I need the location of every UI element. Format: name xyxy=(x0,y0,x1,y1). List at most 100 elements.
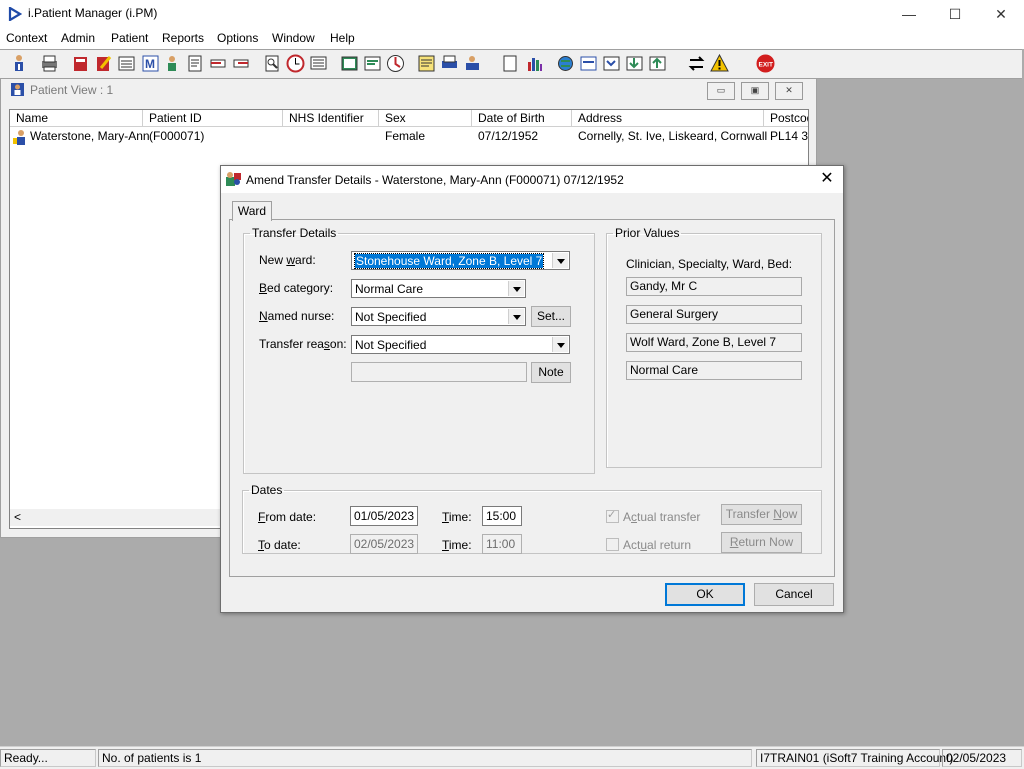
arrow-icon[interactable] xyxy=(208,53,229,74)
col-postcode[interactable]: Postcod xyxy=(764,110,808,127)
note-button[interactable]: Note xyxy=(531,362,571,383)
new-ward-select[interactable]: Stonehouse Ward, Zone B, Level 7 xyxy=(351,251,570,270)
actual-transfer-checkbox[interactable] xyxy=(606,508,619,523)
cell-name: Waterstone, Mary-Ann xyxy=(30,129,150,143)
menu-admin[interactable]: Admin xyxy=(61,31,95,45)
from-date-label: From date: xyxy=(258,510,317,524)
cell-nhs xyxy=(283,128,289,145)
globe2-icon[interactable] xyxy=(555,53,576,74)
scroll-left-icon[interactable]: < xyxy=(14,510,21,524)
book-icon[interactable] xyxy=(70,53,91,74)
menu-bar: Context Admin Patient Reports Options Wi… xyxy=(0,29,1024,49)
chevron-down-icon[interactable] xyxy=(552,253,568,268)
from-date-input[interactable]: 01/05/2023 xyxy=(350,506,418,526)
to-time-label: Time: xyxy=(442,538,472,552)
printer-icon[interactable] xyxy=(439,53,460,74)
patient-icon[interactable] xyxy=(9,53,30,74)
ok-button[interactable]: OK xyxy=(665,583,745,606)
new-ward-label: New ward: xyxy=(259,253,316,267)
actual-return-label: Actual return xyxy=(623,538,692,552)
patient-view-title: Patient View : 1 xyxy=(30,83,114,97)
cancel-button[interactable]: Cancel xyxy=(754,583,834,606)
note-field[interactable] xyxy=(351,362,527,382)
pv-close-button[interactable]: ✕ xyxy=(775,82,803,100)
status-date: 02/05/2023 xyxy=(942,749,1022,767)
download-icon[interactable] xyxy=(624,53,645,74)
person-icon[interactable] xyxy=(162,53,183,74)
exit-icon[interactable]: EXIT xyxy=(755,53,776,74)
col-patient-id[interactable]: Patient ID xyxy=(143,110,283,127)
inbox-icon[interactable] xyxy=(578,53,599,74)
note-yellow-icon[interactable] xyxy=(416,53,437,74)
tab-ward[interactable]: Ward xyxy=(232,201,272,221)
return-now-button[interactable]: Return Now xyxy=(721,532,802,553)
svg-text:M: M xyxy=(145,57,155,71)
transfer-icon xyxy=(226,172,241,186)
close-button[interactable]: ✕ xyxy=(978,0,1024,29)
search-doc-icon[interactable] xyxy=(262,53,283,74)
chat-icon[interactable] xyxy=(362,53,383,74)
bed-category-select[interactable]: Normal Care xyxy=(351,279,526,298)
people-icon[interactable] xyxy=(462,53,483,74)
clock-icon[interactable] xyxy=(285,53,306,74)
col-name[interactable]: Name xyxy=(10,110,143,127)
swap-icon[interactable] xyxy=(686,53,707,74)
menu-patient[interactable]: Patient xyxy=(111,31,148,45)
cell-patient-id: (F000071) xyxy=(149,129,205,143)
col-nhs-identifier[interactable]: NHS Identifier xyxy=(283,110,379,127)
table-row[interactable]: Waterstone, Mary-Ann (F000071) Female 07… xyxy=(10,128,808,145)
cell-postcode: PL14 3L xyxy=(770,129,809,143)
chevron-down-icon[interactable] xyxy=(508,309,524,324)
prior-values-legend: Prior Values xyxy=(615,226,680,240)
to-date-input[interactable]: 02/05/2023 xyxy=(350,534,418,554)
upload-icon[interactable] xyxy=(647,53,668,74)
from-time-label: Time: xyxy=(442,510,472,524)
chart-icon[interactable] xyxy=(524,53,545,74)
transfer-reason-select[interactable]: Not Specified xyxy=(351,335,570,354)
named-nurse-value: Not Specified xyxy=(355,310,427,324)
from-time-input[interactable]: 15:00 xyxy=(482,506,522,526)
warning-icon[interactable] xyxy=(709,53,730,74)
menu-reports[interactable]: Reports xyxy=(162,31,204,45)
col-address[interactable]: Address xyxy=(572,110,764,127)
globe-icon[interactable] xyxy=(385,53,406,74)
to-time-input[interactable]: 11:00 xyxy=(482,534,522,554)
menu-options[interactable]: Options xyxy=(217,31,258,45)
actual-transfer-label: Actual transfer xyxy=(623,510,701,524)
status-ready: Ready... xyxy=(0,749,96,767)
col-dob[interactable]: Date of Birth xyxy=(472,110,572,127)
menu-context[interactable]: Context xyxy=(6,31,47,45)
actual-return-checkbox[interactable] xyxy=(606,538,619,551)
status-account: I7TRAIN01 (iSoft7 Training Account) xyxy=(756,749,953,767)
print-icon[interactable] xyxy=(39,53,60,74)
set-nurse-button[interactable]: Set... xyxy=(531,306,571,327)
chevron-down-icon[interactable] xyxy=(552,337,568,352)
filter-icon[interactable] xyxy=(601,53,622,74)
list-icon[interactable] xyxy=(116,53,137,74)
prior-bed: Normal Care xyxy=(626,361,802,380)
screen-icon[interactable] xyxy=(308,53,329,74)
bed-category-value: Normal Care xyxy=(355,282,424,296)
status-patient-count: No. of patients is 1 xyxy=(98,749,752,767)
m-icon[interactable]: M xyxy=(140,53,161,74)
notes-icon[interactable] xyxy=(185,53,206,74)
svg-text:EXIT: EXIT xyxy=(759,62,773,69)
menu-help[interactable]: Help xyxy=(330,31,355,45)
dialog-close-button[interactable]: ✕ xyxy=(817,169,837,189)
arrow2-icon[interactable] xyxy=(231,53,252,74)
pv-minimize-button[interactable]: ▭ xyxy=(707,82,735,100)
dialog-titlebar: Amend Transfer Details - Waterstone, Mar… xyxy=(221,166,843,193)
edit-icon[interactable] xyxy=(93,53,114,74)
minimize-button[interactable]: — xyxy=(886,0,932,29)
col-sex[interactable]: Sex xyxy=(379,110,472,127)
maximize-button[interactable]: ☐ xyxy=(932,0,978,29)
dates-legend: Dates xyxy=(251,483,283,497)
pv-restore-button[interactable]: ▣ xyxy=(741,82,769,100)
image-icon[interactable] xyxy=(339,53,360,74)
page-icon[interactable] xyxy=(500,53,521,74)
toolbar: M EXIT xyxy=(0,49,1022,79)
transfer-now-button[interactable]: Transfer Now xyxy=(721,504,802,525)
named-nurse-select[interactable]: Not Specified xyxy=(351,307,526,326)
menu-window[interactable]: Window xyxy=(272,31,315,45)
chevron-down-icon[interactable] xyxy=(508,281,524,296)
